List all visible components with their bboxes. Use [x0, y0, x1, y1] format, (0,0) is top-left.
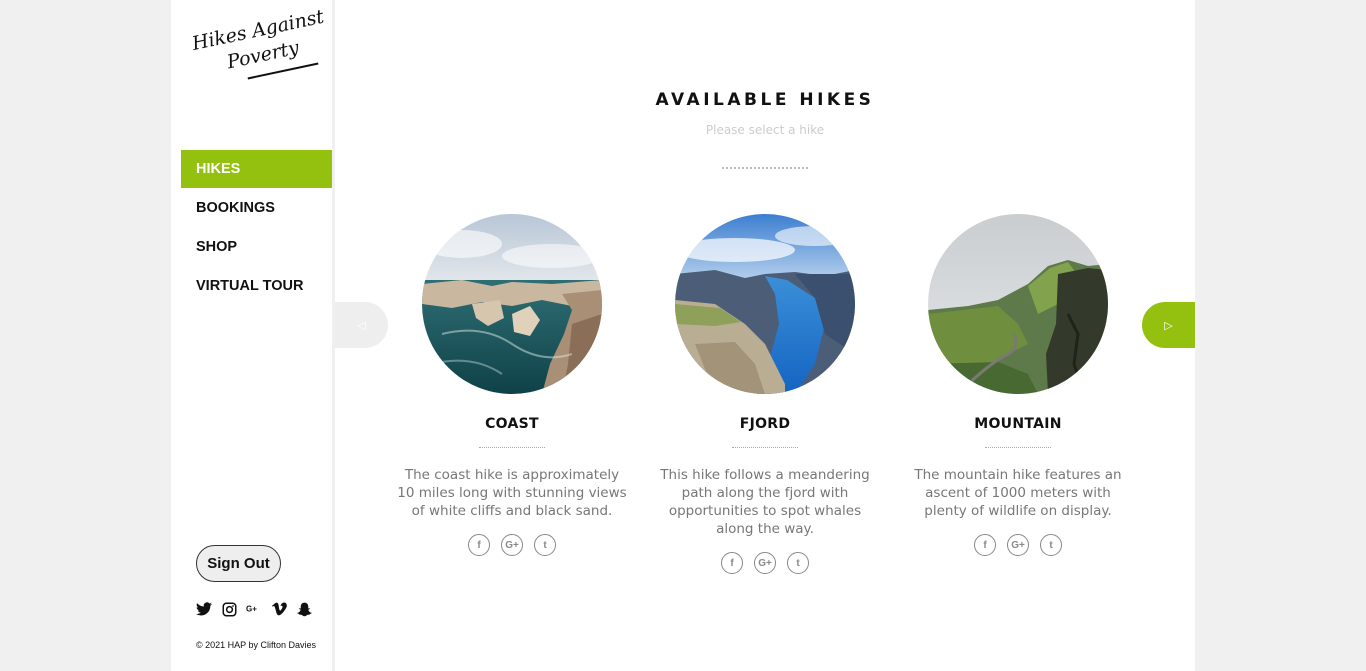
page-title: AVAILABLE HIKES: [655, 90, 875, 110]
sidebar-item-hikes[interactable]: HIKES: [181, 150, 332, 188]
sidebar-item-bookings[interactable]: BOOKINGS: [181, 189, 332, 227]
twitter-icon[interactable]: t: [1040, 534, 1062, 556]
card-description: This hike follows a meandering path alon…: [660, 467, 870, 537]
facebook-icon[interactable]: f: [974, 534, 996, 556]
arrow-right-icon: ▷: [1164, 318, 1173, 332]
facebook-icon[interactable]: f: [468, 534, 490, 556]
previous-button[interactable]: ◁: [335, 302, 388, 348]
hike-card-coast: COAST The coast hike is approximately 10…: [392, 214, 632, 556]
instagram-icon[interactable]: [221, 601, 237, 617]
card-divider: [985, 447, 1051, 448]
facebook-icon[interactable]: f: [721, 552, 743, 574]
coast-photo[interactable]: [422, 214, 602, 394]
arrow-left-icon: ◁: [357, 318, 366, 332]
card-description: The mountain hike features an ascent of …: [914, 467, 1122, 519]
google-plus-icon[interactable]: G+: [754, 552, 776, 574]
card-description: The coast hike is approximately 10 miles…: [397, 467, 627, 519]
svg-text:G+: G+: [246, 605, 257, 614]
copyright-text: © 2021 HAP by Clifton Davies: [196, 640, 317, 650]
sidebar: Hikes Against Poverty HIKES BOOKINGS SHO…: [171, 0, 332, 671]
hike-card-fjord: FJORD This hike follows a meandering pat…: [645, 214, 885, 574]
sidebar-nav: HIKES BOOKINGS SHOP VIRTUAL TOUR: [181, 150, 332, 306]
twitter-icon[interactable]: t: [787, 552, 809, 574]
card-divider: [479, 447, 545, 448]
mountain-photo[interactable]: [928, 214, 1108, 394]
title-divider: [722, 167, 808, 169]
sidebar-item-shop[interactable]: SHOP: [181, 228, 332, 266]
hike-card-mountain: MOUNTAIN The mountain hike features an a…: [898, 214, 1138, 556]
logo[interactable]: Hikes Against Poverty: [190, 6, 326, 80]
vimeo-icon[interactable]: [271, 601, 287, 617]
next-button[interactable]: ▷: [1142, 302, 1195, 348]
google-plus-icon[interactable]: G+: [246, 601, 262, 617]
card-share-links: f G+ t: [645, 552, 885, 574]
sidebar-item-virtual-tour[interactable]: VIRTUAL TOUR: [181, 267, 332, 305]
twitter-icon[interactable]: [196, 601, 212, 617]
card-title: MOUNTAIN: [974, 416, 1062, 432]
google-plus-icon[interactable]: G+: [1007, 534, 1029, 556]
google-plus-icon[interactable]: G+: [501, 534, 523, 556]
sign-out-button[interactable]: Sign Out: [196, 545, 281, 582]
twitter-icon[interactable]: t: [534, 534, 556, 556]
page-subtitle: Please select a hike: [705, 123, 825, 137]
card-share-links: f G+ t: [898, 534, 1138, 556]
card-share-links: f G+ t: [392, 534, 632, 556]
fjord-photo[interactable]: [675, 214, 855, 394]
main-content: AVAILABLE HIKES Please select a hike ◁ ▷: [335, 0, 1195, 671]
snapchat-icon[interactable]: [296, 601, 312, 617]
social-links: G+: [196, 601, 312, 617]
card-divider: [732, 447, 798, 448]
card-title: COAST: [485, 416, 539, 432]
card-title: FJORD: [739, 416, 791, 432]
